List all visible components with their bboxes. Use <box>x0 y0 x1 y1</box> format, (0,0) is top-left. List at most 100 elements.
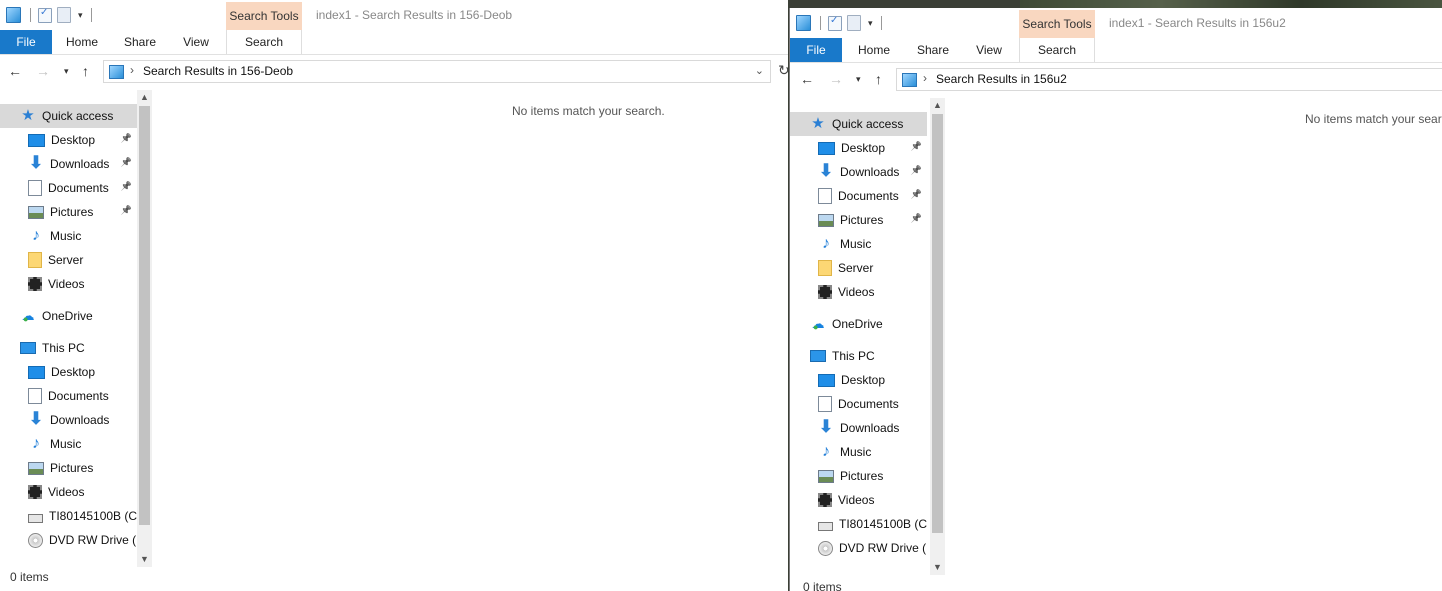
pin-icon: 📌 <box>120 157 132 167</box>
sidebar-item-pictures[interactable]: Pictures <box>0 456 137 480</box>
scroll-down-icon[interactable]: ▼ <box>930 560 945 575</box>
sidebar-item-videos[interactable]: Videos <box>0 272 137 296</box>
properties-icon[interactable] <box>828 15 842 31</box>
tab-search[interactable]: Search <box>1019 38 1095 62</box>
sidebar-item-documents[interactable]: Documents <box>0 384 137 408</box>
sidebar-item-music[interactable]: ♪ Music <box>0 224 137 248</box>
scroll-up-icon[interactable]: ▲ <box>930 98 945 113</box>
new-folder-icon[interactable] <box>847 15 861 31</box>
documents-icon <box>818 188 832 204</box>
sidebar-item-pictures[interactable]: Pictures <box>790 464 927 488</box>
sidebar-item-videos[interactable]: Videos <box>790 280 927 304</box>
sidebar-item-desktop[interactable]: Desktop 📌 <box>790 136 927 160</box>
back-arrow-icon[interactable]: ← <box>800 69 814 89</box>
tab-search[interactable]: Search <box>226 30 302 54</box>
ribbon-tabs: File Home Share View Search <box>0 30 788 55</box>
sidebar-item-pictures[interactable]: Pictures 📌 <box>0 200 137 224</box>
sidebar-item-label: Downloads <box>50 413 110 427</box>
music-icon: ♪ <box>822 443 830 460</box>
sidebar-item-desktop[interactable]: Desktop 📌 <box>0 128 137 152</box>
sidebar-item-desktop[interactable]: Desktop <box>0 360 137 384</box>
sidebar-item-downloads[interactable]: ⬇ Downloads <box>790 416 927 440</box>
sidebar-item-server[interactable]: Server <box>0 248 137 272</box>
sidebar-item-onedrive[interactable]: ☁ OneDrive <box>0 304 137 328</box>
sidebar-item-music[interactable]: ♪ Music <box>790 232 927 256</box>
properties-icon[interactable] <box>38 7 52 23</box>
recent-locations-chevron-icon[interactable]: ▾ <box>64 61 69 81</box>
sidebar-item-onedrive[interactable]: ☁ OneDrive <box>790 312 927 336</box>
sidebar-item-documents[interactable]: Documents 📌 <box>0 176 137 200</box>
address-bar[interactable]: › Search Results in 156-Deob ⌄ <box>103 60 771 83</box>
tab-home[interactable]: Home <box>60 30 104 54</box>
onedrive-icon: ☁ <box>20 308 36 327</box>
customize-toolbar-dropdown-icon[interactable]: ▾ <box>78 10 83 21</box>
tab-home[interactable]: Home <box>852 38 896 62</box>
search-tools-context-tab: Search Tools <box>226 2 302 30</box>
download-icon: ⬇ <box>818 161 834 180</box>
item-count: 0 items <box>803 580 842 591</box>
sidebar-item-downloads[interactable]: ⬇ Downloads 📌 <box>790 160 927 184</box>
sidebar-item-label: This PC <box>42 341 85 355</box>
explorer-app-icon[interactable] <box>796 15 811 31</box>
sidebar-item-documents[interactable]: Documents 📌 <box>790 184 927 208</box>
back-arrow-icon[interactable]: ← <box>8 61 22 81</box>
file-list-area[interactable]: No items match your search. <box>946 98 1442 573</box>
breadcrumb-chevron-icon[interactable]: › <box>923 71 927 85</box>
sidebar-item-this-pc[interactable]: This PC <box>790 344 927 368</box>
sidebar-item-label: Quick access <box>832 117 904 131</box>
recent-locations-chevron-icon[interactable]: ▾ <box>856 69 861 89</box>
refresh-icon[interactable]: ↻ <box>778 62 788 79</box>
music-icon: ♪ <box>32 227 40 244</box>
address-bar[interactable]: › Search Results in 156u2 <box>896 68 1442 91</box>
sidebar-item-ti80145100b-c[interactable]: TI80145100B (C:) <box>0 504 137 528</box>
file-list-area[interactable]: No items match your search. <box>153 90 788 565</box>
sidebar-item-desktop[interactable]: Desktop <box>790 368 927 392</box>
explorer-window-2[interactable]: ▾ Search Tools index1 - Search Results i… <box>789 8 1442 591</box>
sidebar-item-documents[interactable]: Documents <box>790 392 927 416</box>
scrollbar-thumb[interactable] <box>139 106 150 525</box>
up-arrow-icon[interactable]: ↑ <box>875 69 882 89</box>
sidebar-item-label: Server <box>48 253 84 267</box>
separator <box>880 16 882 30</box>
sidebar-item-quick-access[interactable]: ★ Quick access <box>0 104 137 128</box>
sidebar-item-videos[interactable]: Videos <box>790 488 927 512</box>
sidebar-item-downloads[interactable]: ⬇ Downloads 📌 <box>0 152 137 176</box>
sidebar-item-quick-access[interactable]: ★ Quick access <box>790 112 927 136</box>
forward-arrow-icon[interactable]: → <box>36 61 50 81</box>
tab-share[interactable]: Share <box>118 30 162 54</box>
sidebar-item-label: Videos <box>48 485 85 499</box>
tab-view[interactable]: View <box>176 30 216 54</box>
pin-icon: 📌 <box>910 165 922 175</box>
sidebar-item-downloads[interactable]: ⬇ Downloads <box>0 408 137 432</box>
address-dropdown-icon[interactable]: ⌄ <box>755 64 764 77</box>
sidebar-item-music[interactable]: ♪ Music <box>790 440 927 464</box>
sidebar-item-label: Downloads <box>840 421 900 435</box>
scrollbar-thumb[interactable] <box>932 114 943 533</box>
explorer-window-1[interactable]: ▾ Search Tools index1 - Search Results i… <box>0 0 788 591</box>
scroll-up-icon[interactable]: ▲ <box>137 90 152 105</box>
sidebar-item-pictures[interactable]: Pictures 📌 <box>790 208 927 232</box>
navigation-scrollbar[interactable]: ▲ ▼ <box>930 98 945 575</box>
tab-view[interactable]: View <box>969 38 1009 62</box>
tab-file[interactable]: File <box>0 30 52 54</box>
title-bar[interactable]: ▾ Search Tools index1 - Search Results i… <box>0 0 788 30</box>
sidebar-item-dvd-rw-drive-d[interactable]: DVD RW Drive (D <box>790 536 927 560</box>
explorer-app-icon[interactable] <box>6 7 21 23</box>
new-folder-icon[interactable] <box>57 7 71 23</box>
up-arrow-icon[interactable]: ↑ <box>82 61 89 81</box>
scroll-down-icon[interactable]: ▼ <box>137 552 152 567</box>
sidebar-item-dvd-rw-drive-d[interactable]: DVD RW Drive (D <box>0 528 137 552</box>
tab-file[interactable]: File <box>790 38 842 62</box>
customize-toolbar-dropdown-icon[interactable]: ▾ <box>868 18 873 29</box>
breadcrumb-chevron-icon[interactable]: › <box>130 63 134 77</box>
forward-arrow-icon[interactable]: → <box>829 69 843 89</box>
navigation-scrollbar[interactable]: ▲ ▼ <box>137 90 152 567</box>
sidebar-item-this-pc[interactable]: This PC <box>0 336 137 360</box>
dvd-drive-icon <box>818 540 833 556</box>
tab-share[interactable]: Share <box>911 38 955 62</box>
sidebar-item-videos[interactable]: Videos <box>0 480 137 504</box>
sidebar-item-server[interactable]: Server <box>790 256 927 280</box>
title-bar[interactable]: ▾ Search Tools index1 - Search Results i… <box>790 8 1442 38</box>
sidebar-item-music[interactable]: ♪ Music <box>0 432 137 456</box>
sidebar-item-ti80145100b-c[interactable]: TI80145100B (C:) <box>790 512 927 536</box>
